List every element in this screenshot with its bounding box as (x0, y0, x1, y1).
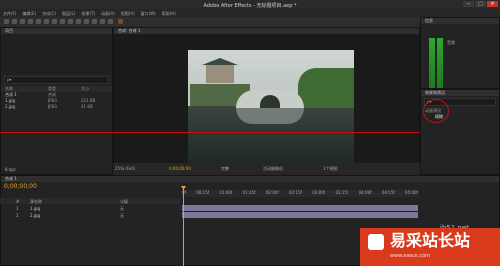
audio-tab[interactable]: 音频 (447, 40, 455, 45)
quality-select[interactable]: 完整 (221, 166, 229, 171)
layer-duration-bar[interactable] (182, 212, 418, 218)
watermark-badge: 易采站长站 www.easck.com (360, 228, 500, 266)
menu-edit[interactable]: 编辑(E) (22, 11, 36, 16)
menu-effect[interactable]: 效果(T) (81, 11, 95, 16)
home-tool-icon[interactable] (4, 19, 9, 24)
ruler-tick: 05:00f (405, 190, 418, 195)
menu-file[interactable]: 文件(F) (3, 11, 16, 16)
rotate-tool-icon[interactable] (36, 19, 41, 24)
composition-timecode[interactable]: 0;00;00;00 (169, 166, 191, 171)
maximize-button[interactable]: □ (475, 1, 486, 7)
view-select[interactable]: 1个视图 (323, 166, 338, 171)
trees-shape (298, 68, 354, 108)
timeline-tab[interactable]: 合成 1 (1, 176, 499, 182)
bridge-reflection (236, 108, 304, 124)
project-item[interactable]: 2.jpg JPEG 41 KB (1, 104, 112, 110)
window-controls: ─ □ ✕ (463, 1, 498, 7)
ruler-tick: 01:15f (242, 190, 256, 195)
col-size[interactable]: 大小 (81, 86, 89, 92)
right-level-meter (437, 38, 443, 88)
puppet-tool-icon[interactable] (108, 19, 113, 24)
camera-select[interactable]: 活动摄像机 (263, 166, 283, 171)
watermark-logo-icon (368, 234, 384, 250)
camera-tool-icon[interactable] (44, 19, 49, 24)
hand-tool-icon[interactable] (20, 19, 25, 24)
composition-tab[interactable]: 合成: 合成 1 (114, 28, 419, 34)
menu-composition[interactable]: 合成(C) (42, 11, 56, 16)
effects-tab[interactable]: 效果和预设 (421, 90, 499, 96)
clone-tool-icon[interactable] (92, 19, 97, 24)
watermark-url: www.easck.com (390, 254, 431, 259)
layer-row[interactable]: 2 2.jpg 无 (0, 212, 180, 218)
eraser-tool-icon[interactable] (100, 19, 105, 24)
menu-animation[interactable]: 动画(A) (101, 11, 115, 16)
menu-layer[interactable]: 图层(L) (62, 11, 75, 16)
timeline-timecode[interactable]: 0;00;00;00 (4, 183, 37, 190)
composition-viewer[interactable] (188, 50, 354, 165)
mask-tool-icon[interactable] (60, 19, 65, 24)
info-tab[interactable]: 信息 (421, 18, 499, 24)
selection-tool-icon[interactable] (12, 19, 17, 24)
project-panel: 项目 ρ▾ 名称 类型 大小 合成 1 合成 1.jpg JPEG 221 KB… (0, 27, 113, 175)
ruler-tick: 03:00f (312, 190, 326, 195)
left-level-meter (429, 38, 435, 88)
col-source[interactable]: 源名称 (30, 199, 42, 204)
col-index[interactable]: # (16, 199, 19, 204)
menu-window[interactable]: 窗口(W) (141, 11, 156, 16)
window-title: Adobe After Effects - 无标题项目.aep * (203, 3, 297, 9)
ruler-tick: 01:00f (219, 190, 233, 195)
menu-bar: 文件(F) 编辑(E) 合成(C) 图层(L) 效果(T) 动画(A) 视图(V… (0, 9, 500, 17)
highlight-circle (423, 99, 449, 123)
layer-columns: # 源名称 父级 (0, 198, 180, 204)
ruler-tick: 00:15f (196, 190, 210, 195)
red-guide-line (0, 132, 420, 133)
close-button[interactable]: ✕ (487, 1, 498, 7)
type-tool-icon[interactable] (76, 19, 81, 24)
minimize-button[interactable]: ─ (463, 1, 474, 7)
pen-tool-icon[interactable] (68, 19, 73, 24)
watermark-site: 易采站长站 (390, 231, 471, 250)
project-preview (1, 34, 112, 74)
brush-tool-icon[interactable] (84, 19, 89, 24)
zoom-select[interactable]: 25% (Full) (115, 166, 135, 171)
time-ruler[interactable]: 0f 00:15f 01:00f 01:15f 02:00f 02:15f 03… (182, 190, 418, 197)
playhead[interactable] (183, 186, 184, 266)
pan-tool-icon[interactable] (52, 19, 57, 24)
col-parent[interactable]: 父级 (120, 199, 128, 204)
ruler-tick: 04:15f (381, 190, 395, 195)
menu-view[interactable]: 视图(V) (121, 11, 135, 16)
project-search-input[interactable]: ρ▾ (4, 76, 109, 84)
zoom-tool-icon[interactable] (28, 19, 33, 24)
menu-help[interactable]: 帮助(H) (162, 11, 176, 16)
ruler-tick: 02:15f (289, 190, 302, 195)
ruler-tick: 03:15f (335, 190, 349, 195)
composition-controls: 25% (Full) 0;00;00;00 完整 活动摄像机 1个视图 (113, 163, 420, 175)
pavilion-body (206, 65, 234, 83)
layer-row[interactable]: 1 1.jpg 无 (0, 205, 180, 211)
workspace-icon[interactable] (118, 19, 123, 24)
layer-duration-bar[interactable] (182, 205, 418, 211)
info-panel: 信息 音频 (420, 17, 500, 89)
bridge-arch (260, 95, 280, 108)
bit-depth-label[interactable]: 8 bpc (5, 167, 16, 172)
ruler-tick: 04:00f (358, 190, 372, 195)
ruler-tick: 02:00f (265, 190, 279, 195)
